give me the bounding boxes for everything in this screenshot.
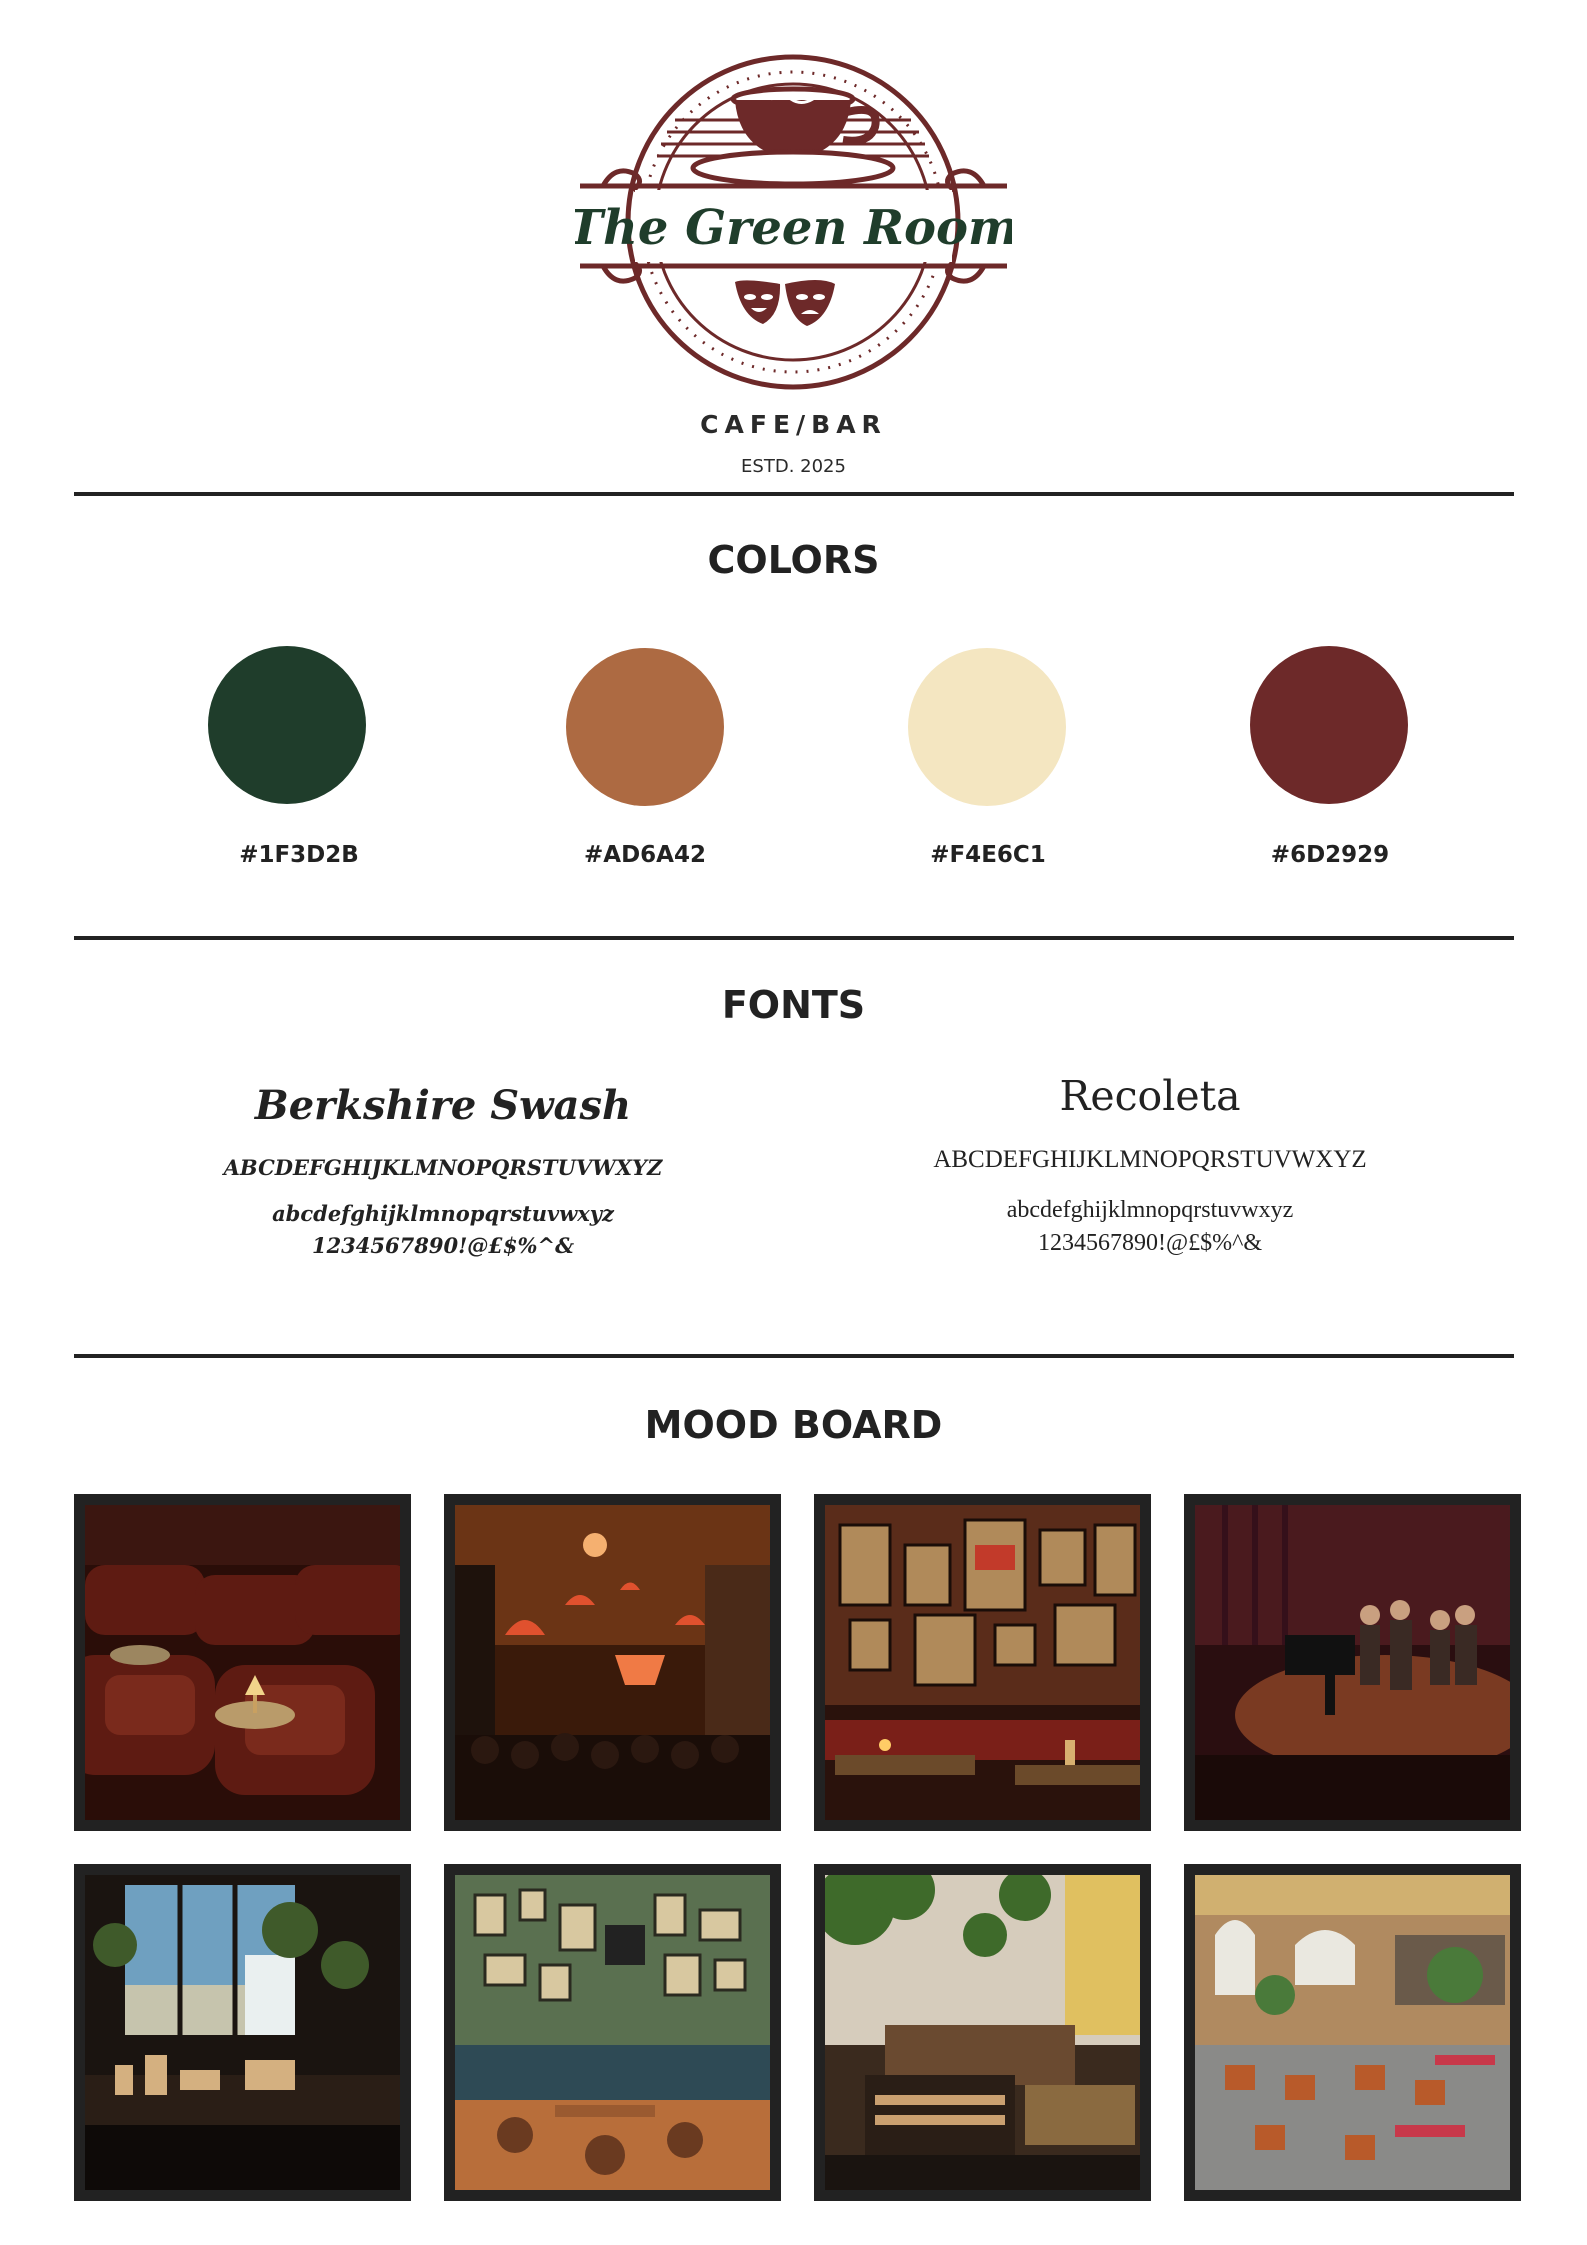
font-name: Recoleta [1059,1072,1241,1120]
mood-image [814,1494,1151,1831]
font-numbers-sample: 1234567890!@£$%^& [311,1233,575,1258]
font-lowercase-sample: abcdefghijklmnopqrstuvwxyz [1006,1197,1294,1223]
coffee-cup-theatre-masks-icon: The Green Room [575,54,1012,390]
font-uppercase-sample: ABCDEFGHIJKLMNOPQRSTUVWXYZ [223,1155,663,1180]
font-name: Berkshire Swash [254,1082,632,1129]
fonts-heading: FONTS [721,983,866,1027]
font-specimen-primary: Berkshire Swash ABCDEFGHIJKLMNOPQRSTUVWX… [93,1082,793,1262]
color-swatch-cream [908,648,1066,806]
colors-heading: COLORS [707,538,880,582]
color-hex-label: #F4E6C1 [930,842,1046,868]
color-swatch-maroon [1250,646,1408,804]
mood-image [1184,1864,1521,2201]
font-lowercase-sample: abcdefghijklmnopqrstuvwxyz [272,1201,614,1226]
mood-image [444,1494,781,1831]
color-hex-label: #1F3D2B [239,842,359,868]
divider [74,1354,1514,1358]
mood-image [1184,1494,1521,1831]
green-walled-pub-frames-icon [455,1875,770,2190]
jazz-band-stage-icon [1195,1505,1510,1820]
color-swatch-brown [566,648,724,806]
divider [74,936,1514,940]
arched-window-cafe-hall-icon [1195,1875,1510,2190]
mood-board-heading: MOOD BOARD [644,1403,943,1447]
mood-image [814,1864,1151,2201]
poster-wall-booth-candle-icon [825,1505,1140,1820]
mood-image [444,1864,781,2201]
cinema-lounge-leather-armchairs-icon [85,1505,400,1820]
plant-filled-lounge-records-icon [825,1875,1140,2190]
brand-logo: The Green Room [575,52,1012,397]
logo-wordmark: The Green Room [575,200,1012,256]
mood-image [74,1864,411,2201]
divider [74,492,1514,496]
logo-tagline: CAFE/BAR [700,410,887,439]
established-year: ESTD. 2025 [741,456,846,477]
coffee-counter-window-plants-icon [85,1875,400,2190]
color-hex-label: #AD6A42 [584,842,706,868]
color-swatch-green [208,646,366,804]
font-specimen-secondary: Recoleta ABCDEFGHIJKLMNOPQRSTUVWXYZ abcd… [800,1072,1500,1260]
color-hex-label: #6D2929 [1270,842,1390,868]
mood-image [74,1494,411,1831]
font-uppercase-sample: ABCDEFGHIJKLMNOPQRSTUVWXYZ [933,1146,1367,1173]
bar-with-red-lanterns-crowd-icon [455,1505,770,1820]
font-numbers-sample: 1234567890!@£$%^& [1037,1230,1262,1256]
